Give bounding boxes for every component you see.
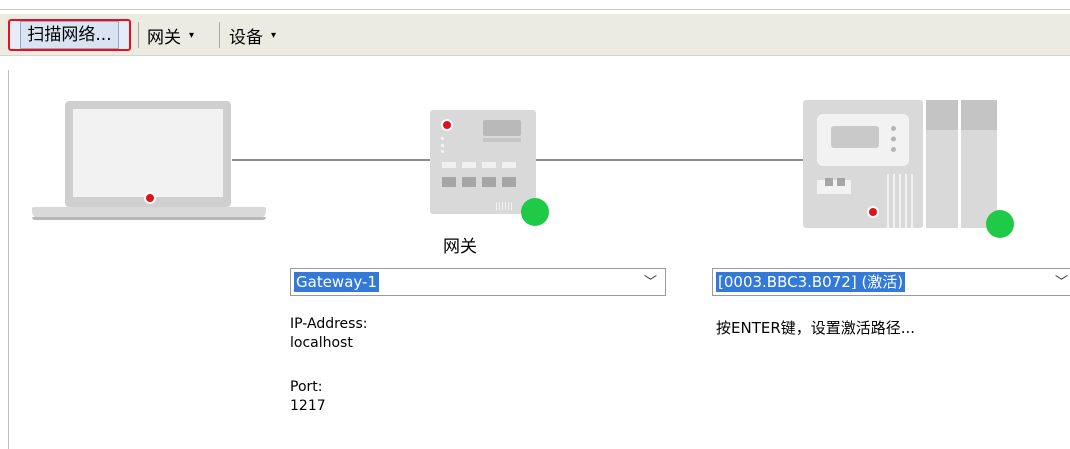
plc-device-icon[interactable] xyxy=(803,100,997,228)
gateway-menu-button[interactable]: 网关 ▾ xyxy=(147,14,194,56)
status-led-icon xyxy=(441,119,453,131)
gateway-ip-info: IP-Address: localhost xyxy=(290,315,367,353)
ip-address-label: IP-Address: xyxy=(290,316,368,332)
port-label: Port: xyxy=(290,379,323,395)
device-hint-text: 按ENTER键，设置激活路径... xyxy=(716,319,916,337)
port-value: 1217 xyxy=(290,398,326,414)
gateway-select-value: Gateway-1 xyxy=(294,272,379,292)
computer-icon xyxy=(32,98,266,228)
online-status-icon xyxy=(986,210,1014,238)
chevron-down-icon[interactable]: ﹀ xyxy=(644,271,657,290)
toolbar-separator xyxy=(219,22,220,48)
gateway-menu-label: 网关 xyxy=(147,27,181,48)
gateway-select[interactable]: Gateway-1 ﹀ xyxy=(290,268,666,296)
status-led-icon xyxy=(867,206,879,218)
chevron-down-icon: ▾ xyxy=(271,29,277,41)
toolbar-separator xyxy=(138,22,139,48)
chevron-down-icon[interactable]: ﹀ xyxy=(1055,271,1068,290)
connection-line xyxy=(536,159,804,161)
gateway-label: 网关 xyxy=(443,237,477,257)
online-status-icon xyxy=(521,198,549,226)
device-select-value: [0003.BBC3.B072] (激活) xyxy=(716,272,906,292)
gateway-port-info: Port: 1217 xyxy=(290,378,326,416)
ip-address-value: localhost xyxy=(290,335,353,351)
panel-left-border xyxy=(8,70,9,449)
device-select[interactable]: [0003.BBC3.B072] (激活) ﹀ xyxy=(712,268,1070,296)
device-menu-label: 设备 xyxy=(229,27,263,48)
device-menu-button[interactable]: 设备 ▾ xyxy=(229,14,276,56)
toolbar: 扫描网络... 网关 ▾ 设备 ▾ xyxy=(0,14,1070,56)
scan-network-label: 扫描网络... xyxy=(20,21,119,49)
chevron-down-icon: ▾ xyxy=(189,29,195,41)
status-led-icon xyxy=(144,192,156,204)
window-top-border xyxy=(0,9,1070,10)
scan-network-button[interactable]: 扫描网络... xyxy=(8,19,131,51)
